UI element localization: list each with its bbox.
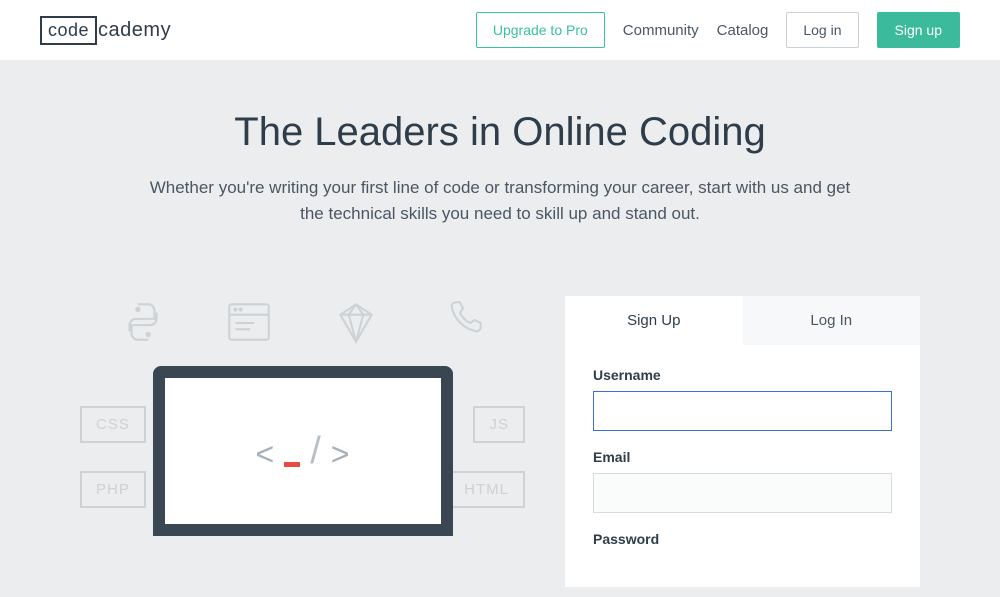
hero-subtitle: Whether you're writing your first line o…	[140, 175, 860, 226]
badge-html: HTML	[448, 471, 525, 508]
auth-card: Sign Up Log In Username Email Password	[565, 296, 920, 587]
login-button[interactable]: Log in	[786, 12, 858, 48]
hero-section: The Leaders in Online Coding Whether you…	[0, 60, 1000, 597]
username-label: Username	[593, 367, 892, 383]
top-nav: Upgrade to Pro Community Catalog Log in …	[476, 12, 960, 48]
field-password: Password	[593, 531, 892, 547]
logo-box: code	[40, 16, 97, 45]
nav-catalog[interactable]: Catalog	[717, 22, 769, 39]
email-input[interactable]	[593, 473, 892, 513]
illustration: CSS JS PHP HTML < / >	[80, 296, 525, 576]
badge-js: JS	[473, 406, 525, 443]
code-face-icon: < / >	[256, 430, 350, 473]
tab-signup[interactable]: Sign Up	[565, 296, 743, 345]
browser-icon	[223, 296, 275, 348]
monitor-screen: < / >	[153, 366, 453, 536]
tech-icons-row	[80, 296, 525, 348]
logo-text: cademy	[98, 19, 171, 42]
cursor-icon	[284, 462, 300, 467]
hero-title: The Leaders in Online Coding	[60, 110, 940, 155]
auth-tabs: Sign Up Log In	[565, 296, 920, 345]
field-username: Username	[593, 367, 892, 431]
tab-login[interactable]: Log In	[743, 296, 921, 345]
signup-form: Username Email Password	[565, 345, 920, 587]
badge-php: PHP	[80, 471, 146, 508]
angle-right: >	[331, 436, 350, 473]
badge-css: CSS	[80, 406, 146, 443]
upgrade-button[interactable]: Upgrade to Pro	[476, 12, 605, 48]
email-label: Email	[593, 449, 892, 465]
hero-content-row: CSS JS PHP HTML < / > Sign Up	[60, 296, 940, 587]
username-input[interactable]	[593, 391, 892, 431]
phone-icon	[436, 296, 488, 348]
site-header: codecademy Upgrade to Pro Community Cata…	[0, 0, 1000, 60]
python-icon	[117, 296, 169, 348]
slash: /	[310, 430, 321, 473]
logo[interactable]: codecademy	[40, 16, 171, 45]
field-email: Email	[593, 449, 892, 513]
nav-community[interactable]: Community	[623, 22, 699, 39]
password-label: Password	[593, 531, 892, 547]
signup-button[interactable]: Sign up	[877, 12, 960, 48]
monitor-illustration: < / >	[153, 366, 453, 536]
angle-left: <	[256, 436, 275, 473]
ruby-icon	[330, 296, 382, 348]
